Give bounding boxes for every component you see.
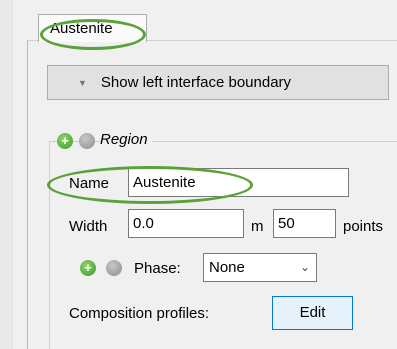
points-label: points [343, 218, 384, 235]
triangle-down-icon: ▼ [78, 77, 87, 88]
composition-profiles-label: Composition profiles: [69, 305, 210, 322]
region-group-border-left [49, 141, 50, 349]
region-title: Region [100, 131, 152, 148]
edit-composition-button[interactable]: Edit [272, 296, 353, 330]
width-input-value: 0.0 [133, 215, 154, 232]
remove-icon[interactable] [79, 133, 95, 149]
tab-highlight-ellipse [40, 19, 146, 50]
phase-select[interactable]: None ⌄ [203, 253, 317, 282]
boundary-button-label: Show left interface boundary [100, 74, 292, 91]
width-unit-label: m [251, 218, 264, 235]
left-edge [0, 0, 13, 349]
add-icon[interactable]: + [57, 133, 73, 149]
add-phase-icon[interactable]: + [80, 260, 96, 276]
chevron-down-icon: ⌄ [299, 260, 310, 274]
phase-select-value: None [209, 259, 245, 276]
points-input[interactable]: 50 [273, 209, 336, 238]
remove-phase-icon[interactable] [106, 260, 122, 276]
show-left-boundary-button[interactable]: ▼ Show left interface boundary [47, 65, 389, 100]
width-label: Width [69, 218, 108, 235]
points-input-value: 50 [278, 215, 295, 232]
phase-label: Phase: [134, 260, 181, 277]
name-highlight-ellipse [47, 166, 253, 204]
width-input[interactable]: 0.0 [128, 209, 244, 238]
edit-button-label: Edit [299, 304, 326, 321]
